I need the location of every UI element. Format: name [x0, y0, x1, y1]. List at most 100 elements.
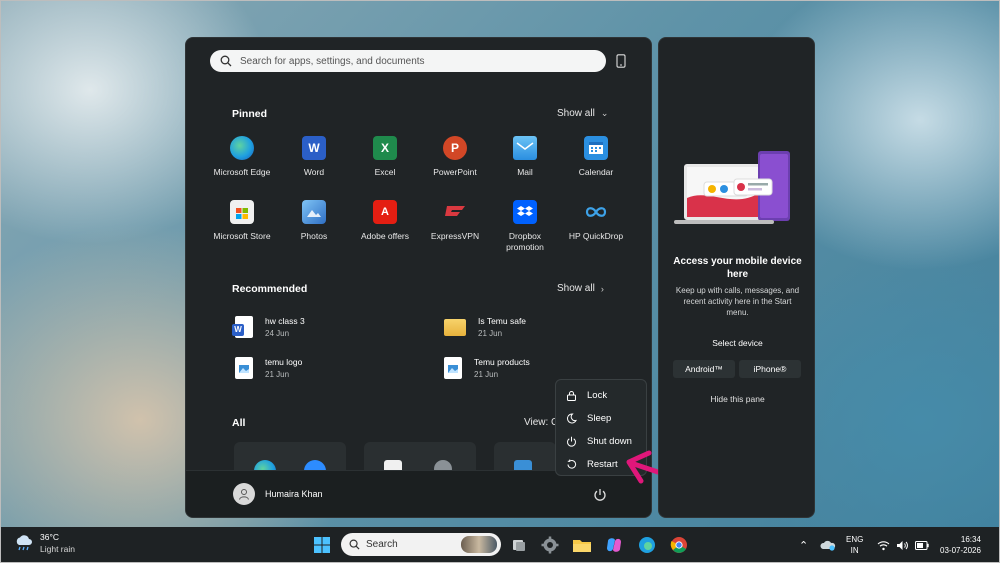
clock[interactable]: 16:34 03-07-2026 [940, 534, 981, 556]
gear-icon [541, 536, 559, 554]
store-icon [230, 200, 254, 224]
word-icon: W [302, 136, 326, 160]
photos-icon [302, 200, 326, 224]
pinned-app-expressvpn[interactable]: ExpressVPN [419, 200, 491, 242]
side-panel-title: Access your mobile device here [673, 256, 802, 280]
app-label: Adobe offers [360, 231, 410, 241]
recommended-item-date: 21 Jun [265, 370, 290, 379]
weather-temperature: 36°C [40, 532, 59, 542]
search-icon [349, 539, 360, 550]
onedrive-icon [820, 540, 836, 551]
avatar[interactable] [233, 483, 255, 505]
restart-icon [567, 459, 577, 469]
taskbar-copilot[interactable] [603, 534, 625, 556]
sleep-icon [567, 413, 577, 424]
start-footer: Humaira Khan [186, 470, 651, 517]
android-button[interactable]: Android™ [673, 360, 735, 378]
app-label: HP QuickDrop [568, 231, 624, 241]
pinned-app-hp-quickdrop[interactable]: HP QuickDrop [560, 200, 632, 242]
pinned-app-adobe[interactable]: A Adobe offers [349, 200, 421, 242]
image-file-icon [444, 357, 462, 379]
recommended-item-date: 21 Jun [474, 370, 499, 379]
tray-app[interactable] [820, 527, 836, 563]
language-code: ENG [846, 535, 864, 544]
taskbar-chrome[interactable] [668, 534, 690, 556]
recommended-item[interactable]: W hw class 3 24 Jun [232, 316, 305, 338]
pinned-show-all-button[interactable]: Show all ⌄ [557, 108, 608, 119]
mail-icon [513, 136, 537, 160]
taskbar-file-explorer[interactable] [571, 534, 593, 556]
copilot-icon [607, 538, 621, 552]
quick-settings[interactable] [877, 527, 929, 563]
task-view-icon [513, 540, 525, 551]
taskbar-edge[interactable] [636, 534, 658, 556]
chrome-icon [670, 537, 687, 553]
taskbar-search[interactable]: Search [341, 533, 501, 556]
recommended-item[interactable]: Temu products 21 Jun [444, 357, 530, 379]
folder-icon [444, 319, 466, 336]
phone-link-icon[interactable] [616, 54, 626, 68]
expressvpn-icon [443, 200, 467, 224]
recommended-item-name: temu logo [265, 357, 303, 367]
show-hidden-icons[interactable]: ⌃ [799, 527, 808, 563]
pinned-app-word[interactable]: W Word [278, 136, 350, 178]
adobe-icon: A [373, 200, 397, 224]
region-code: IN [850, 546, 859, 555]
calendar-icon [584, 136, 608, 160]
wifi-icon [877, 540, 890, 550]
recommended-item-name: hw class 3 [265, 316, 305, 326]
weather-widget[interactable]: 36°C Light rain [14, 532, 75, 554]
recommended-item[interactable]: Is Temu safe 21 Jun [444, 316, 526, 338]
app-label: Dropbox promotion [506, 231, 544, 252]
pinned-title: Pinned [232, 108, 268, 120]
pinned-app-edge[interactable]: Microsoft Edge [206, 136, 278, 178]
image-file-icon [235, 357, 253, 379]
view-toggle[interactable]: View: C [524, 417, 558, 428]
edge-icon [639, 537, 655, 553]
hide-pane-link[interactable]: Hide this pane [669, 394, 806, 404]
search-icon [220, 55, 232, 67]
input-language[interactable]: ENG IN [846, 534, 863, 556]
pinned-app-photos[interactable]: Photos [278, 200, 350, 242]
start-search-box[interactable] [210, 50, 606, 72]
side-panel-description: Keep up with calls, messages, and recent… [675, 286, 800, 317]
app-label: Mail [517, 167, 533, 177]
power-menu-label: Restart [587, 459, 618, 470]
app-label: Microsoft Store [213, 231, 271, 241]
power-menu-sleep[interactable]: Sleep [556, 407, 646, 430]
task-view-button[interactable] [508, 534, 530, 556]
hp-quickdrop-icon [584, 200, 608, 224]
battery-icon [915, 540, 929, 550]
recommended-item[interactable]: temu logo 21 Jun [235, 357, 302, 379]
pinned-app-calendar[interactable]: Calendar [560, 136, 632, 178]
iphone-button[interactable]: iPhone® [739, 360, 801, 378]
shutdown-icon [567, 436, 576, 447]
windows-start-button[interactable] [311, 534, 333, 556]
taskbar-settings[interactable] [539, 534, 561, 556]
power-menu-label: Sleep [587, 413, 612, 424]
pinned-app-store[interactable]: Microsoft Store [206, 200, 278, 242]
pinned-app-dropbox[interactable]: Dropbox promotion [489, 200, 561, 253]
chevron-up-icon: ⌃ [799, 539, 809, 552]
pinned-app-excel[interactable]: X Excel [349, 136, 421, 178]
pinned-app-powerpoint[interactable]: P PowerPoint [419, 136, 491, 178]
volume-icon [897, 540, 908, 550]
dropbox-icon [513, 200, 537, 224]
search-row [210, 50, 630, 72]
search-input[interactable] [240, 55, 580, 67]
pinned-app-mail[interactable]: Mail [489, 136, 561, 178]
user-name[interactable]: Humaira Khan [265, 489, 323, 499]
app-label: Photos [300, 231, 328, 241]
search-highlight-image [461, 536, 497, 553]
excel-icon: X [373, 136, 397, 160]
app-label: Microsoft Edge [213, 167, 271, 177]
recommended-show-all-button[interactable]: Show all › [557, 283, 604, 294]
edge-icon [230, 136, 254, 160]
recommended-item-name: Temu products [474, 357, 530, 367]
power-menu-lock[interactable]: Lock [556, 384, 646, 407]
taskbar-search-label: Search [366, 539, 398, 550]
weather-description: Light rain [40, 544, 75, 554]
chevron-right-icon: › [600, 283, 604, 294]
power-icon[interactable] [592, 487, 608, 503]
recommended-item-name: Is Temu safe [478, 316, 527, 326]
